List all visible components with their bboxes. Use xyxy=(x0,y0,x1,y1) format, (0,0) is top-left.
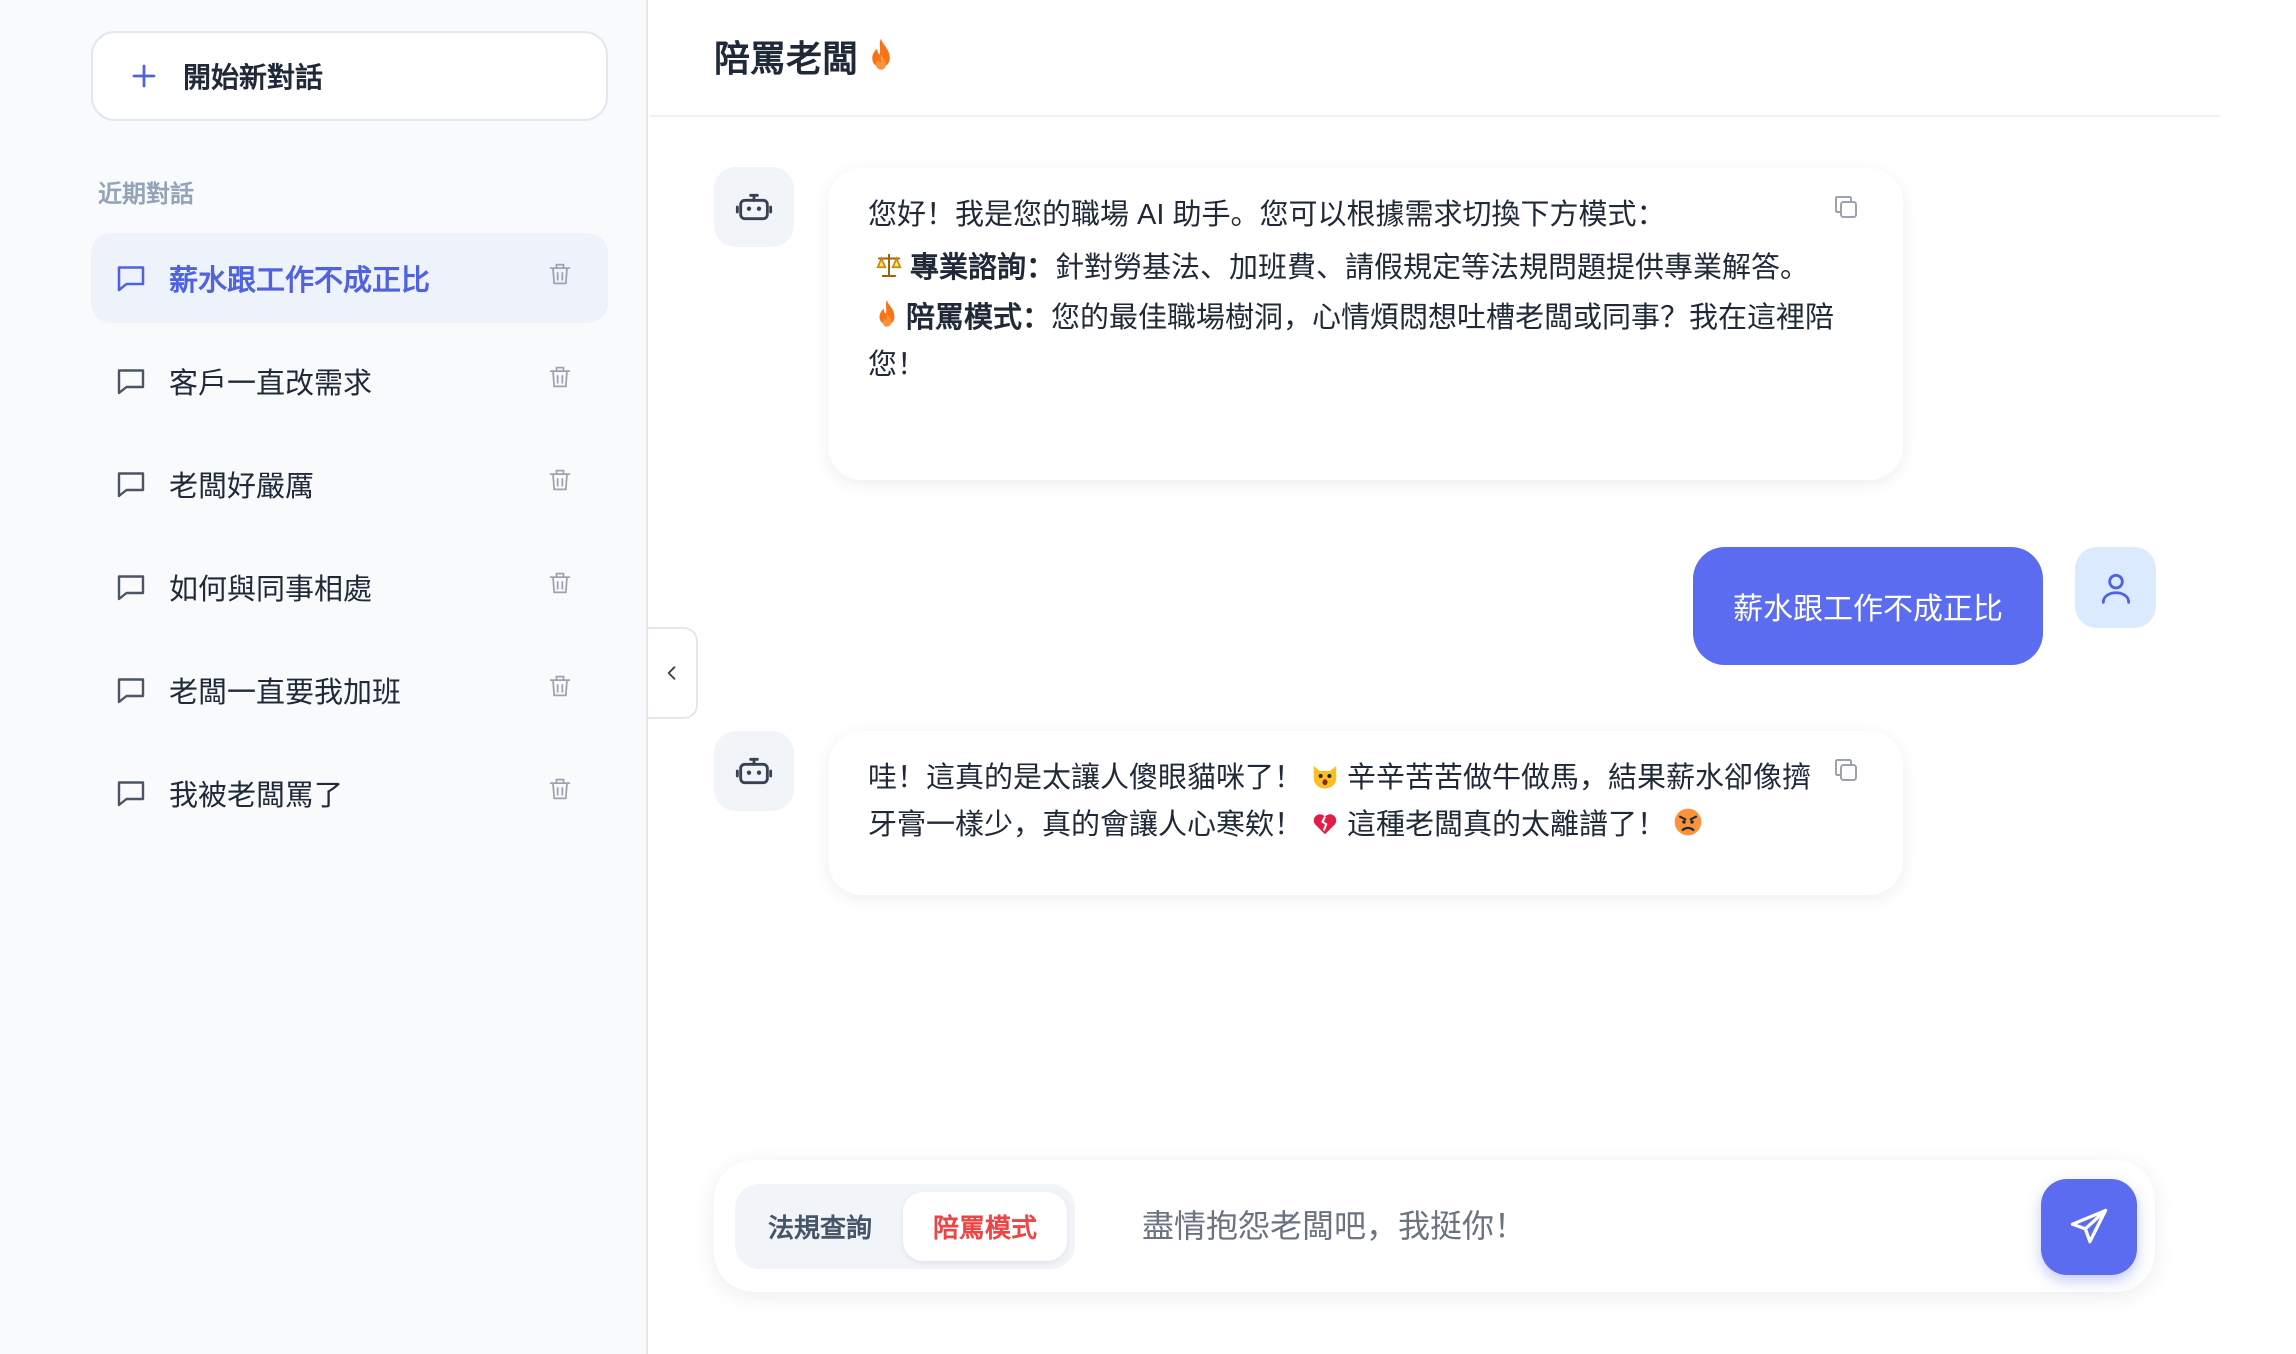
trash-icon[interactable] xyxy=(546,671,574,701)
send-button[interactable] xyxy=(2041,1179,2137,1275)
mode-switch: 法規查詢 陪罵模式 xyxy=(735,1184,1075,1269)
conversation-item[interactable]: 老闆一直要我加班 xyxy=(91,645,608,735)
mode-law-button[interactable]: 法規查詢 xyxy=(745,1192,895,1261)
message-composer: 法規查詢 陪罵模式 xyxy=(714,1160,2155,1292)
new-chat-button[interactable]: 開始新對話 xyxy=(91,31,608,121)
conversation-label: 老闆一直要我加班 xyxy=(169,677,402,709)
page-title: 陪罵老闆 xyxy=(714,30,896,82)
recent-conversations-label: 近期對話 xyxy=(98,181,194,208)
plus-icon xyxy=(132,64,156,88)
assistant-avatar xyxy=(714,167,794,247)
mode-description: 針對勞基法、加班費、請假規定等法規問題提供專業解答。 xyxy=(1055,252,1810,284)
mode-vent-button[interactable]: 陪罵模式 xyxy=(903,1192,1067,1261)
assistant-avatar xyxy=(714,731,794,811)
chat-bubble-icon xyxy=(117,266,145,292)
conversation-label: 我被老闆罵了 xyxy=(169,780,344,812)
fire-icon xyxy=(872,38,890,70)
chat-bubble-icon xyxy=(117,472,145,498)
user-message-text: 薪水跟工作不成正比 xyxy=(1733,593,2003,626)
new-chat-label: 開始新對話 xyxy=(183,62,324,93)
message-text: 這種老闆真的太離譜了！ xyxy=(1347,809,1667,841)
conversation-item[interactable]: 薪水跟工作不成正比 xyxy=(91,233,608,323)
conversation-label: 老闆好嚴厲 xyxy=(169,471,315,503)
broken-heart-emoji xyxy=(1313,814,1337,835)
user-avatar xyxy=(2075,547,2156,628)
message-text: 哇！這真的是太讓人傻眼貓咪了！ xyxy=(868,762,1304,794)
chat-header: 陪罵老闆 xyxy=(650,0,2220,117)
mode-title: 專業諮詢 xyxy=(910,252,1027,284)
assistant-message: 您好！我是您的職場 AI 助手。您可以根據需求切換下方模式： 專業諮詢：針對勞基… xyxy=(828,168,1903,480)
conversation-item[interactable]: 如何與同事相處 xyxy=(91,542,608,632)
copy-icon[interactable] xyxy=(1831,192,1861,222)
conversation-item[interactable]: 我被老闆罵了 xyxy=(91,748,608,838)
conversation-label: 薪水跟工作不成正比 xyxy=(169,265,431,297)
message-intro: 您好！我是您的職場 AI 助手。您可以根據需求切換下方模式： xyxy=(868,199,1666,231)
mode-title: 陪罵模式 xyxy=(906,302,1023,334)
trash-icon[interactable] xyxy=(546,774,574,804)
message-input[interactable] xyxy=(1142,1190,1742,1262)
page-title-text: 陪罵老闆 xyxy=(714,38,859,79)
scream-cat-emoji xyxy=(1313,766,1337,789)
user-icon xyxy=(2101,573,2130,604)
collapse-sidebar-button[interactable] xyxy=(648,627,698,719)
robot-icon xyxy=(735,757,773,785)
angry-face-emoji xyxy=(1674,808,1702,836)
copy-icon[interactable] xyxy=(1831,755,1861,785)
conversation-label: 客戶一直改需求 xyxy=(169,368,373,400)
trash-icon[interactable] xyxy=(546,568,574,598)
trash-icon[interactable] xyxy=(546,465,574,495)
conversation-item[interactable]: 老闆好嚴厲 xyxy=(91,439,608,529)
assistant-message: 哇！這真的是太讓人傻眼貓咪了！ 辛辛苦苦做牛做馬，結果薪水卻像擠牙膏一樣少，真的會… xyxy=(828,731,1903,895)
chevron-left-icon xyxy=(667,666,676,680)
chat-bubble-icon xyxy=(117,781,145,807)
conversation-label: 如何與同事相處 xyxy=(169,574,373,606)
trash-icon[interactable] xyxy=(546,259,574,289)
send-icon xyxy=(2070,1208,2108,1244)
scales-icon xyxy=(876,253,902,277)
fire-icon xyxy=(879,300,895,327)
user-message: 薪水跟工作不成正比 xyxy=(1693,547,2043,665)
chat-bubble-icon xyxy=(117,678,145,704)
chat-bubble-icon xyxy=(117,575,145,601)
robot-icon xyxy=(735,193,773,221)
sidebar: 開始新對話 近期對話 薪水跟工作不成正比 客戶一直改需求 老闆好嚴厲 如何與同事… xyxy=(0,0,648,1354)
trash-icon[interactable] xyxy=(546,362,574,392)
conversation-item[interactable]: 客戶一直改需求 xyxy=(91,336,608,426)
chat-bubble-icon xyxy=(117,369,145,395)
